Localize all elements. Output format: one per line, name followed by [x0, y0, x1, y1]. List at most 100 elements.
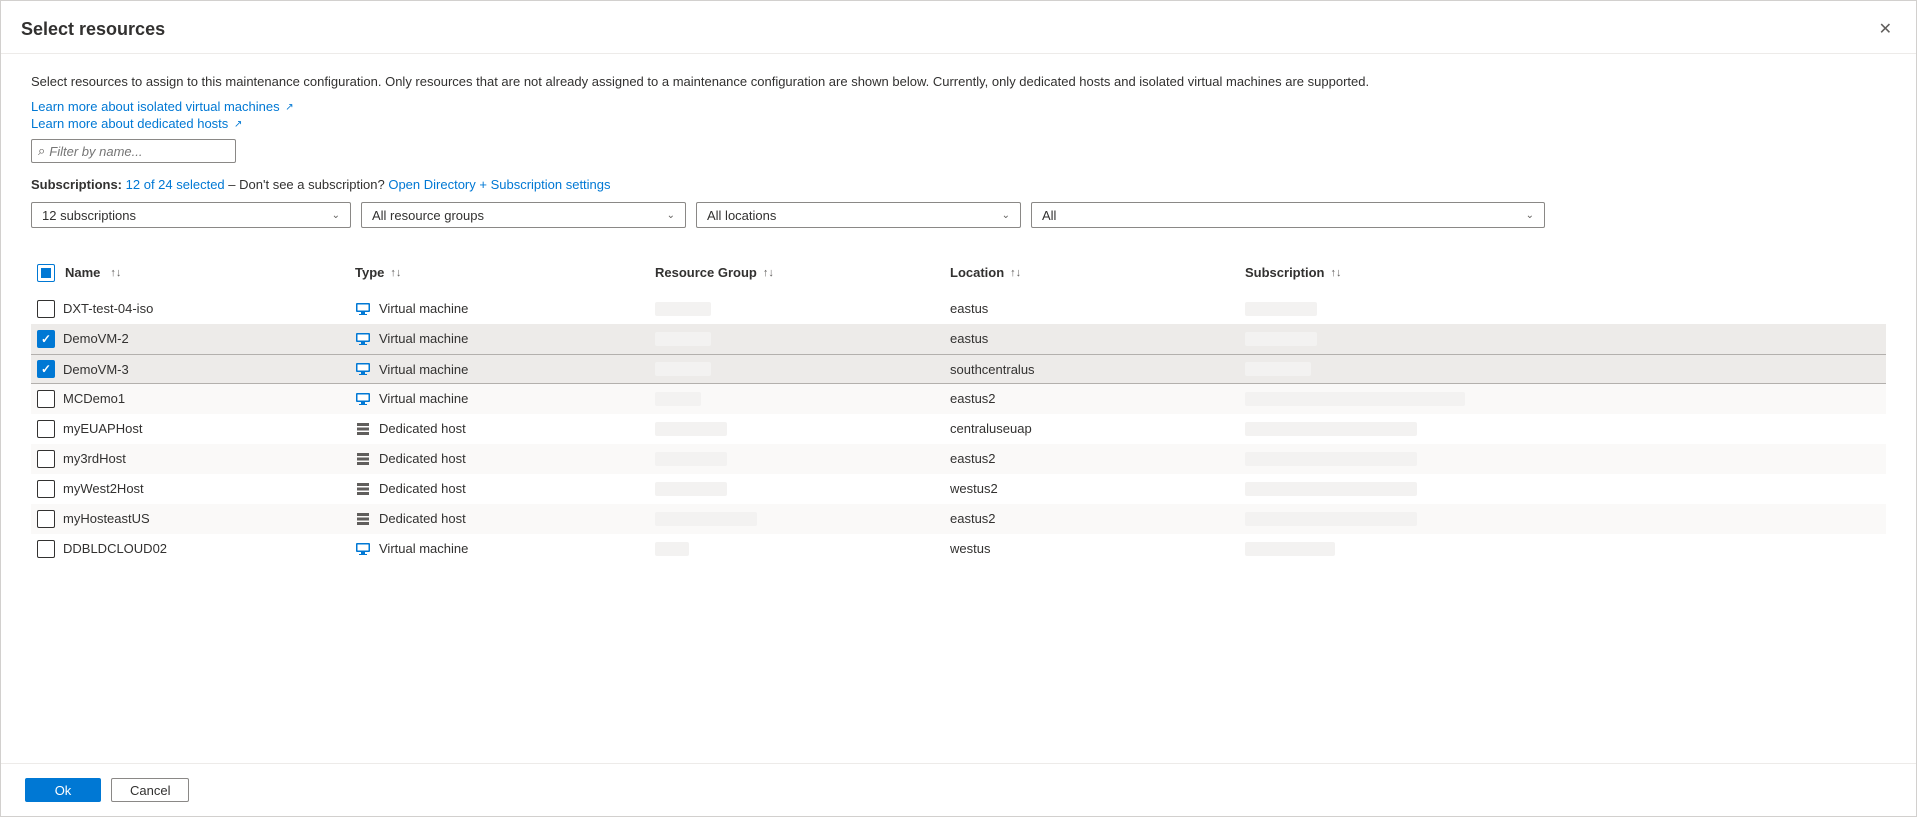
redacted-value	[655, 362, 711, 376]
redacted-value	[1245, 392, 1465, 406]
cell-name: myEUAPHost	[35, 420, 355, 438]
row-checkbox[interactable]	[37, 450, 55, 468]
row-checkbox[interactable]	[37, 300, 55, 318]
row-checkbox[interactable]	[37, 390, 55, 408]
row-checkbox[interactable]	[37, 420, 55, 438]
sort-icon: ↑↓	[1330, 267, 1341, 279]
cancel-button[interactable]: Cancel	[111, 778, 189, 802]
chevron-down-icon: ⌄	[1526, 210, 1534, 221]
locations-dropdown[interactable]: All locations ⌄	[696, 202, 1021, 228]
resource-location: westus	[950, 541, 990, 556]
resource-location: eastus2	[950, 451, 996, 466]
cell-location: centraluseuap	[950, 421, 1245, 436]
close-button[interactable]: ✕	[1875, 15, 1896, 43]
isolated-vms-link[interactable]: Learn more about isolated virtual machin…	[31, 99, 294, 114]
redacted-value	[655, 392, 701, 406]
row-checkbox[interactable]	[37, 330, 55, 348]
cell-type: Virtual machine	[355, 391, 655, 407]
row-checkbox[interactable]	[37, 540, 55, 558]
dedicated-host-icon	[355, 511, 371, 527]
redacted-value	[1245, 482, 1417, 496]
column-header-name[interactable]: Name ↑↓	[35, 264, 355, 282]
chevron-down-icon: ⌄	[332, 210, 340, 221]
resource-name: my3rdHost	[63, 451, 126, 466]
resource-type: Dedicated host	[379, 481, 466, 496]
subscriptions-summary: Subscriptions: 12 of 24 selected – Don't…	[31, 177, 1886, 194]
resource-name: myHosteastUS	[63, 511, 150, 526]
table-row[interactable]: DemoVM-2Virtual machineeastus	[31, 324, 1886, 354]
column-header-resource-group[interactable]: Resource Group ↑↓	[655, 265, 950, 280]
panel-body: Select resources to assign to this maint…	[1, 54, 1916, 763]
cell-location: eastus	[950, 301, 1245, 316]
filter-text-field[interactable]	[49, 144, 229, 159]
search-icon: ⌕	[38, 143, 45, 159]
resource-type: Dedicated host	[379, 451, 466, 466]
column-header-type[interactable]: Type ↑↓	[355, 265, 655, 280]
select-all-checkbox[interactable]	[37, 264, 55, 282]
subscriptions-selected-link[interactable]: 12 of 24 selected	[126, 177, 225, 192]
subscriptions-label: Subscriptions:	[31, 177, 122, 192]
cell-location: eastus	[950, 331, 1245, 346]
cell-name: DemoVM-2	[35, 330, 355, 348]
sort-icon: ↑↓	[110, 267, 121, 279]
redacted-value	[655, 452, 727, 466]
cell-resource-group	[655, 392, 950, 406]
panel-title: Select resources	[21, 19, 165, 40]
resource-location: eastus2	[950, 391, 996, 406]
virtual-machine-icon	[355, 391, 371, 407]
redacted-value	[655, 512, 757, 526]
dedicated-host-icon	[355, 421, 371, 437]
row-checkbox[interactable]	[37, 480, 55, 498]
table-row[interactable]: my3rdHost Dedicated host eastus2	[31, 444, 1886, 474]
cell-location: eastus2	[950, 511, 1245, 526]
cell-resource-group	[655, 422, 950, 436]
cell-type: Dedicated host	[355, 421, 655, 437]
dedicated-hosts-link[interactable]: Learn more about dedicated hosts ↗	[31, 116, 242, 131]
cell-resource-group	[655, 542, 950, 556]
resource-location: centraluseuap	[950, 421, 1032, 436]
cell-resource-group	[655, 332, 950, 346]
resource-groups-dropdown[interactable]: All resource groups ⌄	[361, 202, 686, 228]
row-checkbox[interactable]	[37, 510, 55, 528]
ok-button[interactable]: Ok	[25, 778, 101, 802]
table-row[interactable]: myWest2HostDedicated hostwestus2	[31, 474, 1886, 504]
table-row[interactable]: DXT-test-04-isoVirtual machineeastus	[31, 294, 1886, 324]
table-row[interactable]: DemoVM-3Virtual machinesouthcentralus	[31, 354, 1886, 384]
resource-name: MCDemo1	[63, 391, 125, 406]
cell-subscription	[1245, 422, 1886, 436]
column-header-subscription[interactable]: Subscription ↑↓	[1245, 265, 1886, 280]
table-header-row: Name ↑↓ Type ↑↓ Resource Group ↑↓ Locati…	[31, 258, 1886, 288]
cell-resource-group	[655, 362, 950, 376]
cell-subscription	[1245, 332, 1886, 346]
cell-location: southcentralus	[950, 362, 1245, 377]
cell-resource-group	[655, 512, 950, 526]
cell-type: Dedicated host	[355, 481, 655, 497]
resource-name: DemoVM-2	[63, 331, 129, 346]
directory-settings-link[interactable]: Open Directory + Subscription settings	[388, 177, 610, 192]
resource-name: DemoVM-3	[63, 362, 129, 377]
redacted-value	[1245, 542, 1335, 556]
row-checkbox[interactable]	[37, 360, 55, 378]
redacted-value	[655, 422, 727, 436]
cell-name: myHosteastUS	[35, 510, 355, 528]
redacted-value	[655, 302, 711, 316]
resource-location: southcentralus	[950, 362, 1035, 377]
cell-location: eastus2	[950, 391, 1245, 406]
cell-name: MCDemo1	[35, 390, 355, 408]
type-dropdown[interactable]: All ⌄	[1031, 202, 1545, 228]
cell-type: Virtual machine	[355, 301, 655, 317]
sort-icon: ↑↓	[390, 267, 401, 279]
column-header-location[interactable]: Location ↑↓	[950, 265, 1245, 280]
virtual-machine-icon	[355, 361, 371, 377]
filter-by-name-input[interactable]: ⌕	[31, 139, 236, 163]
table-row[interactable]: DDBLDCLOUD02Virtual machinewestus	[31, 534, 1886, 564]
virtual-machine-icon	[355, 331, 371, 347]
resource-name: myEUAPHost	[63, 421, 142, 436]
table-row[interactable]: myEUAPHost Dedicated host centraluseuap	[31, 414, 1886, 444]
resource-name: myWest2Host	[63, 481, 144, 496]
table-row[interactable]: myHosteastUSDedicated hosteastus2	[31, 504, 1886, 534]
table-body: DXT-test-04-isoVirtual machineeastusDemo…	[31, 294, 1886, 564]
table-row[interactable]: MCDemo1 Virtual machine eastus2	[31, 384, 1886, 414]
chevron-down-icon: ⌄	[667, 210, 675, 221]
subscriptions-dropdown[interactable]: 12 subscriptions ⌄	[31, 202, 351, 228]
